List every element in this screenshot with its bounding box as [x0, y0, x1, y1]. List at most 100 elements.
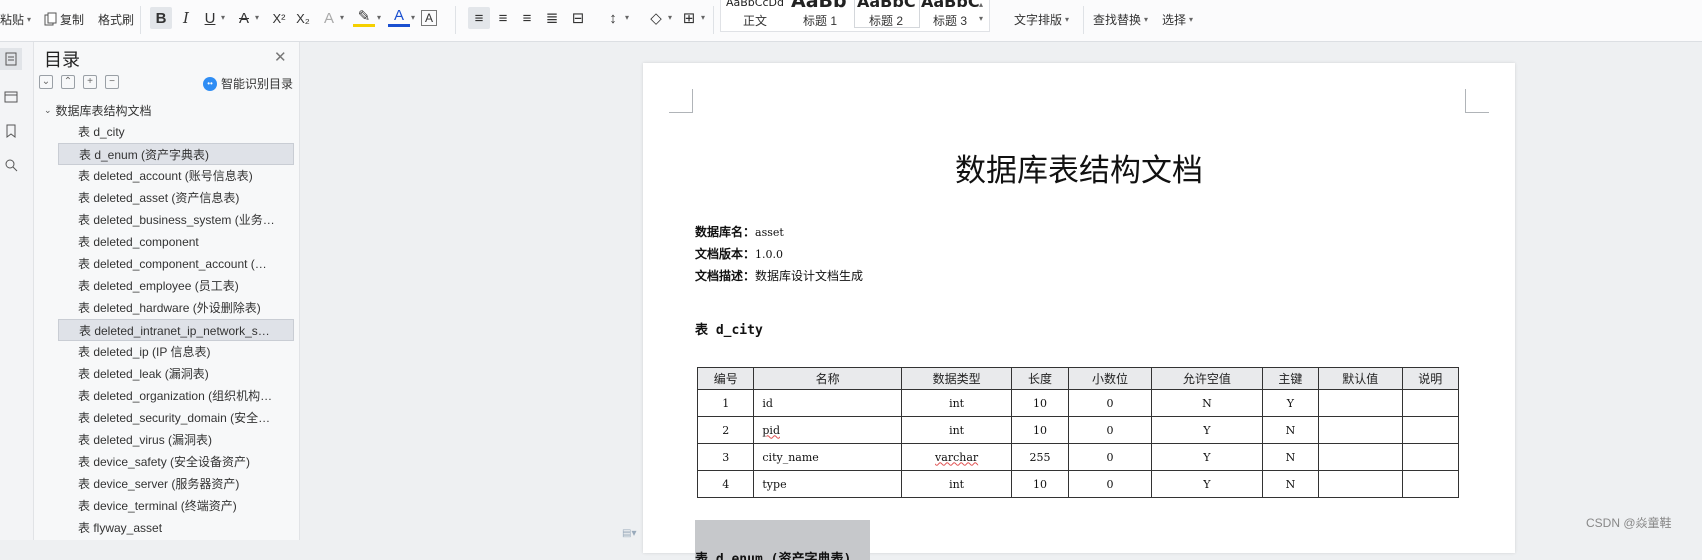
style-heading-1[interactable]: 标题 1 [803, 12, 837, 29]
table-cell[interactable]: 10 [1011, 389, 1069, 417]
outline-icon[interactable] [0, 48, 22, 70]
toc-item[interactable]: 表 deleted_hardware (外设删除表) [58, 297, 294, 319]
toc-item[interactable]: 表 deleted_asset (资产信息表) [58, 187, 294, 209]
meta-version[interactable]: 文档版本：1.0.0 [695, 245, 783, 262]
toc-item[interactable]: 表 deleted_business_system (业务… [58, 209, 294, 231]
table-cell[interactable]: 0 [1067, 443, 1153, 471]
document-canvas[interactable]: 数据库表结构文档 数据库名：asset 文档版本：1.0.0 文档描述：数据库设… [300, 42, 1702, 560]
select-button[interactable]: 选择 ▾ [1162, 8, 1193, 30]
toc-item[interactable]: 表 device_terminal (终端资产) [58, 495, 294, 517]
table-cell[interactable]: Y [1151, 470, 1263, 498]
toc-item[interactable]: 表 deleted_account (账号信息表) [58, 165, 294, 187]
chevron-down-icon[interactable]: ⌄ [44, 105, 52, 116]
toc-item[interactable]: 表 device_safety (安全设备资产) [58, 451, 294, 473]
search-icon[interactable] [0, 154, 22, 176]
meta-database[interactable]: 数据库名：asset [695, 223, 784, 240]
text-effect-button[interactable]: A [318, 7, 340, 29]
paste-button[interactable]: 粘贴 ▾ [0, 8, 31, 30]
table-cell[interactable]: N [1151, 389, 1263, 417]
toc-item-hovered[interactable]: 表 deleted_intranet_ip_network_s… [58, 319, 294, 341]
copy-button[interactable]: 复制 [44, 8, 84, 30]
chevron-down-icon[interactable]: ▾ [377, 13, 381, 22]
table-cell[interactable]: Y [1151, 416, 1263, 444]
table-cell[interactable] [1318, 416, 1403, 444]
chevron-up-icon[interactable]: ▴ [979, 0, 983, 9]
subscript-button[interactable]: X₂ [292, 7, 314, 29]
style-heading-3[interactable]: 标题 3 [933, 12, 967, 29]
chevron-down-icon[interactable]: ▾ [221, 13, 225, 22]
table-cell[interactable] [1401, 470, 1460, 498]
table-cell[interactable]: N [1261, 416, 1320, 444]
toc-item[interactable]: 表 deleted_component_account (… [58, 253, 294, 275]
toc-item[interactable]: 表 deleted_organization (组织机构… [58, 385, 294, 407]
paragraph-options-icon[interactable]: ▤▾ [622, 528, 636, 539]
table-cell[interactable]: Y [1261, 389, 1320, 417]
table-cell[interactable]: 3 [696, 443, 755, 471]
table-cell[interactable]: 255 [1011, 443, 1069, 471]
column-header[interactable]: 长度 [1011, 367, 1069, 390]
chevron-down-icon[interactable]: ▾ [625, 13, 629, 22]
table-cell[interactable]: type [753, 470, 902, 498]
collapse-all-icon[interactable]: ⌄ [39, 75, 53, 89]
toc-item[interactable]: 表 deleted_leak (漏洞表) [58, 363, 294, 385]
column-header[interactable]: 说明 [1401, 367, 1460, 390]
table-cell[interactable]: 1 [696, 389, 755, 417]
column-header[interactable]: 名称 [753, 367, 902, 390]
document-title[interactable]: 数据库表结构文档 [643, 145, 1515, 190]
column-header[interactable]: 数据类型 [900, 367, 1013, 390]
borders-icon[interactable]: ⊞ [678, 7, 700, 29]
shading-icon[interactable]: ◇ [645, 7, 667, 29]
column-header[interactable]: 小数位 [1067, 367, 1153, 390]
table-cell[interactable] [1318, 443, 1403, 471]
chevron-down-icon[interactable]: ▾ [255, 13, 259, 22]
bold-button[interactable]: B [150, 7, 172, 29]
chevron-down-icon[interactable]: ▾ [979, 14, 983, 23]
find-replace-button[interactable]: 查找替换 ▾ [1093, 8, 1148, 30]
table-cell[interactable] [1401, 389, 1460, 417]
table-cell[interactable]: 0 [1067, 416, 1153, 444]
smart-toc-button[interactable]: •• 智能识别目录 [203, 75, 293, 92]
align-center-icon[interactable]: ≡ [492, 7, 514, 29]
char-border-button[interactable]: A [421, 10, 437, 26]
table-cell[interactable] [1401, 443, 1460, 471]
column-header[interactable]: 默认值 [1318, 367, 1403, 390]
table-cell[interactable]: N [1261, 443, 1320, 471]
line-spacing-icon[interactable]: ↕ [602, 7, 624, 29]
meta-description[interactable]: 文档描述：数据库设计文档生成 [695, 267, 863, 284]
strikethrough-button[interactable]: A [233, 7, 255, 29]
table-cell[interactable]: int [900, 389, 1013, 417]
chevron-down-icon[interactable]: ▾ [340, 13, 344, 22]
table-cell[interactable]: N [1261, 470, 1320, 498]
format-painter-button[interactable]: 格式刷 [98, 8, 134, 30]
document-page[interactable]: 数据库表结构文档 数据库名：asset 文档版本：1.0.0 文档描述：数据库设… [643, 63, 1515, 560]
text-layout-button[interactable]: 文字排版 ▾ [1014, 8, 1069, 30]
table-cell[interactable] [1318, 389, 1403, 417]
table-cell[interactable]: 4 [696, 470, 755, 498]
table-cell[interactable]: Y [1151, 443, 1263, 471]
toc-item[interactable]: 表 deleted_component [58, 231, 294, 253]
remove-heading-icon[interactable]: − [105, 75, 119, 89]
toc-item[interactable]: 表 deleted_ip (IP 信息表) [58, 341, 294, 363]
add-heading-icon[interactable]: + [83, 75, 97, 89]
bookmark-icon[interactable] [0, 120, 22, 142]
table-cell[interactable]: int [900, 470, 1013, 498]
table-cell[interactable]: varchar [900, 443, 1013, 471]
chevron-down-icon[interactable]: ▾ [701, 13, 705, 22]
next-table-heading[interactable]: 表 d_enum (资产字典表) [695, 520, 870, 560]
superscript-button[interactable]: X² [268, 7, 290, 29]
toc-item[interactable]: 表 deleted_virus (漏洞表) [58, 429, 294, 451]
italic-button[interactable]: I [175, 7, 197, 29]
toc-item[interactable]: 表 d_city [58, 121, 294, 143]
table-cell[interactable]: 10 [1011, 470, 1069, 498]
close-icon[interactable]: ✕ [274, 48, 287, 66]
table-cell[interactable]: 10 [1011, 416, 1069, 444]
chevron-down-icon[interactable]: ▾ [668, 13, 672, 22]
toc-item[interactable]: 表 flyway_asset [58, 517, 294, 539]
toc-item-selected[interactable]: 表 d_enum (资产字典表) [58, 143, 294, 165]
table-cell[interactable]: int [900, 416, 1013, 444]
highlight-icon[interactable]: ✎ [353, 7, 375, 27]
align-right-icon[interactable]: ≡ [516, 7, 538, 29]
field-table[interactable]: 编号 名称 数据类型 长度 小数位 允许空值 主键 默认值 说明 1 id in… [696, 367, 1460, 498]
style-normal[interactable]: 正文 [743, 12, 767, 29]
navigation-icon[interactable] [0, 86, 22, 108]
